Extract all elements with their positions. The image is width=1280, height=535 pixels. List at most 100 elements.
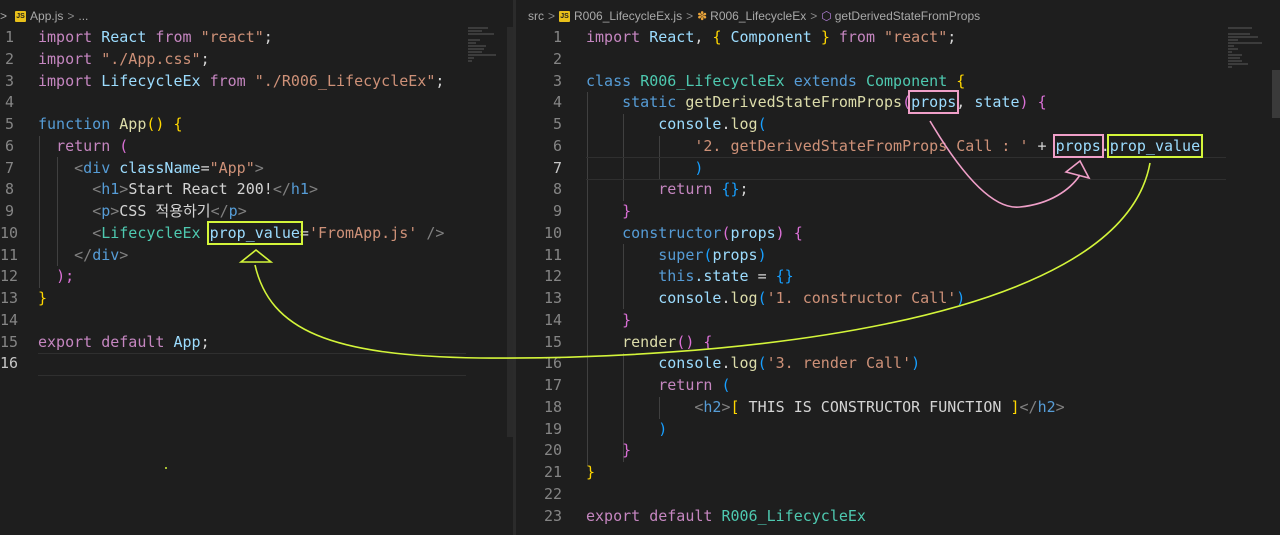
line-number: 7 — [4, 158, 14, 177]
line-number: 11 — [0, 245, 19, 264]
breadcrumb-separator: > — [686, 9, 694, 23]
code-line-23: export default R006_LifecycleEx — [586, 506, 866, 525]
code-line-8: <h1>Start React 200!</h1> — [92, 180, 318, 199]
code-line-1: import React from "react"; — [38, 28, 273, 46]
line-number-gutter: 1 2 3 4 5 6 7 8 9 10 11 12 13 14 15 16 17 18 19 20 21 22 23 — [516, 27, 562, 527]
breadcrumb-separator: > — [67, 9, 75, 23]
method-symbol-icon: ⬡ — [821, 9, 832, 23]
code-line-12: ); — [56, 267, 75, 286]
line-number: 5 — [4, 115, 14, 133]
line-number: 2 — [552, 49, 562, 68]
line-number: 5 — [552, 115, 562, 133]
minimap[interactable] — [1228, 27, 1268, 87]
line-number: 3 — [4, 71, 14, 90]
code-line-6: '2. getDerivedStateFromProps Call : ' + … — [694, 133, 1204, 158]
line-number-gutter: 1 2 3 4 5 6 7 8 9 10 11 12 13 14 15 16 — [0, 27, 19, 375]
code-line-1: import React, { Component } from "react"… — [586, 28, 957, 46]
line-number: 20 — [543, 441, 562, 460]
line-number: 16 — [543, 354, 562, 373]
line-number: 9 — [4, 202, 14, 220]
code-line-9: <p>CSS 적용하기</p> — [92, 202, 247, 220]
left-editor-pane[interactable]: > JS App.js > ... 1 2 3 4 5 6 7 8 9 10 11 12 13 14 15 1… — [0, 0, 513, 535]
line-number: 6 — [4, 136, 14, 155]
line-number: 9 — [552, 202, 562, 220]
line-number: 23 — [543, 506, 562, 525]
chevron-right-icon: > — [0, 9, 8, 23]
code-line-5: function App() { — [38, 115, 183, 133]
code-line-10: constructor(props) { — [622, 223, 803, 242]
breadcrumb-src[interactable]: src — [528, 9, 544, 23]
line-number: 13 — [0, 289, 19, 307]
code-line-3: import LifecycleEx from "./R006_Lifecycl… — [38, 71, 445, 90]
code-line-15: export default App; — [38, 332, 210, 351]
line-number: 8 — [552, 180, 562, 199]
vertical-scrollbar[interactable] — [1272, 70, 1280, 118]
code-line-21: } — [586, 463, 596, 481]
class-symbol-icon: ✽ — [697, 9, 708, 23]
line-number: 2 — [4, 49, 14, 68]
js-file-icon: JS — [15, 10, 27, 22]
breadcrumb-file[interactable]: R006_LifecycleEx.js — [574, 9, 682, 23]
code-line-8: return {}; — [658, 180, 749, 199]
code-line-11: super(props) — [658, 245, 767, 264]
minimap[interactable] — [468, 27, 508, 87]
code-line-20: } — [622, 441, 632, 460]
line-number: 1 — [4, 28, 14, 46]
line-number: 13 — [543, 289, 562, 307]
line-number: 15 — [543, 332, 562, 351]
code-area[interactable]: import React from "react"; import "./App… — [38, 27, 444, 375]
breadcrumb-class[interactable]: R006_LifecycleEx — [710, 9, 806, 23]
props-param-highlight: props — [908, 90, 960, 115]
code-line-10: <LifecycleEx prop_value='FromApp.js' /> — [92, 220, 445, 245]
code-line-12: this.state = {} — [658, 267, 794, 286]
line-number: 12 — [0, 267, 19, 286]
breadcrumb-separator: > — [810, 9, 818, 23]
line-number: 21 — [543, 463, 562, 481]
code-line-3: class R006_LifecycleEx extends Component… — [586, 71, 966, 90]
code-line-5: console.log( — [658, 115, 767, 133]
breadcrumb-rest[interactable]: ... — [78, 9, 88, 23]
code-line-18: <h2>[ THIS IS CONSTRUCTOR FUNCTION ]</h2… — [694, 397, 1065, 416]
line-number: 18 — [543, 397, 562, 416]
line-number: 4 — [552, 93, 562, 112]
line-number: 7 — [552, 158, 562, 177]
code-line-6: return ( — [56, 136, 129, 155]
code-area[interactable]: import React, { Component } from "react"… — [586, 27, 1204, 527]
line-number: 11 — [543, 245, 562, 264]
line-number: 10 — [0, 223, 19, 242]
code-line-16: console.log('3. render Call') — [658, 354, 921, 373]
code-line-17: return ( — [658, 376, 731, 394]
line-number: 6 — [552, 136, 562, 155]
right-editor-pane[interactable]: src > JS R006_LifecycleEx.js > ✽ R006_Li… — [516, 0, 1280, 535]
line-number: 3 — [552, 71, 562, 90]
breadcrumb-separator: > — [548, 9, 556, 23]
code-line-15: render() { — [622, 332, 713, 351]
js-file-icon: JS — [559, 10, 571, 22]
code-line-4: static getDerivedStateFromProps(props, s… — [622, 90, 1047, 115]
code-line-11: </div> — [74, 245, 129, 264]
line-number: 1 — [552, 28, 562, 46]
line-number: 10 — [543, 223, 562, 242]
code-line-19: ) — [658, 419, 668, 438]
breadcrumb-method[interactable]: getDerivedStateFromProps — [835, 9, 980, 23]
prop-value-usage-highlight: prop_value — [1106, 133, 1204, 158]
breadcrumb-file[interactable]: App.js — [30, 9, 63, 23]
line-number: 15 — [0, 332, 19, 351]
code-line-13: } — [38, 289, 48, 307]
props-usage-highlight: props — [1052, 133, 1104, 158]
line-number: 19 — [543, 419, 562, 438]
code-line-2: import "./App.css"; — [38, 49, 210, 68]
line-number: 8 — [4, 180, 14, 199]
line-number: 17 — [543, 376, 562, 394]
line-number: 14 — [543, 310, 562, 329]
code-line-9: } — [622, 202, 632, 220]
line-number: 16 — [0, 354, 19, 373]
code-line-14: } — [622, 310, 632, 329]
line-number: 4 — [4, 93, 14, 112]
line-number: 12 — [543, 267, 562, 286]
